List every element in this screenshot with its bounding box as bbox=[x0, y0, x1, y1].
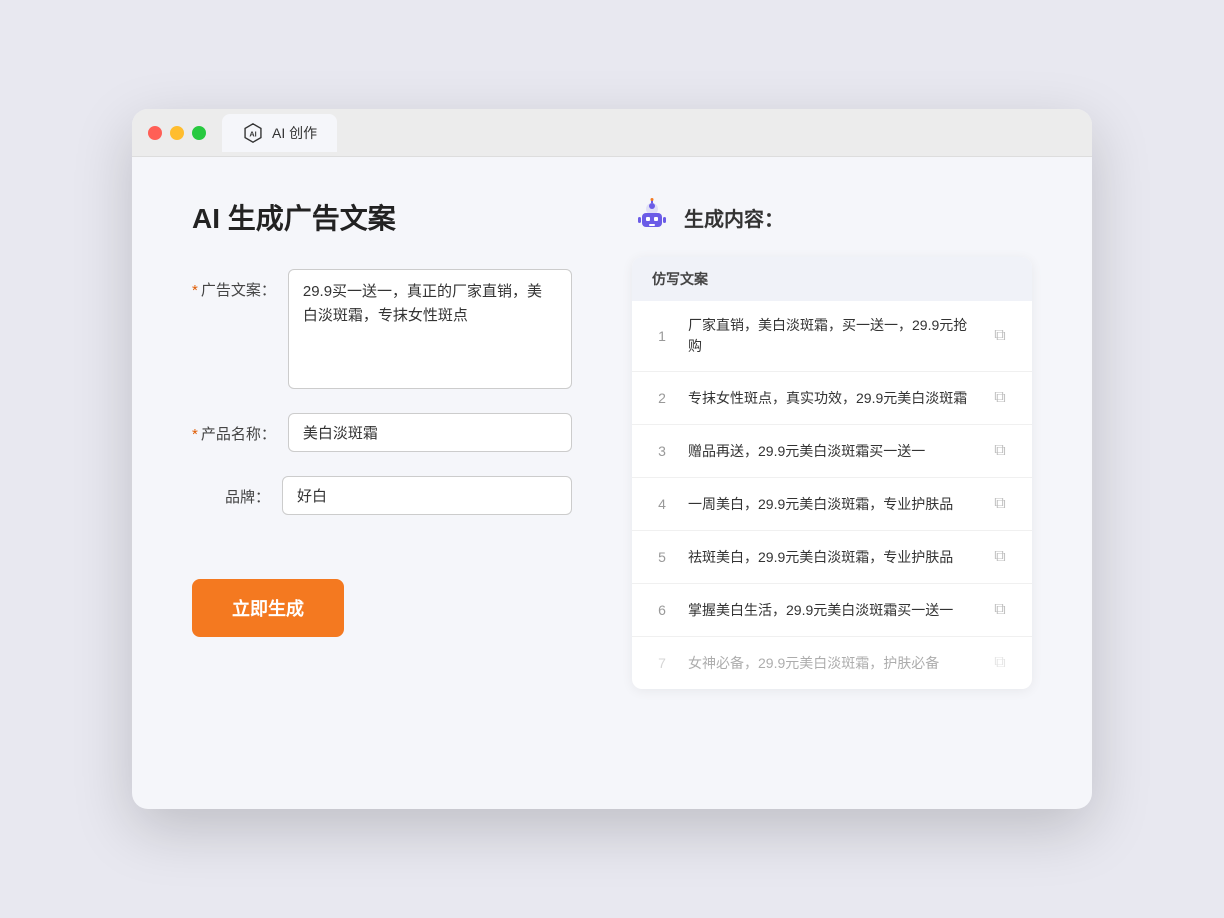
copy-button[interactable]: ⧉ bbox=[988, 651, 1012, 675]
left-panel: AI 生成广告文案 广告文案： 29.9买一送一，真正的厂家直销，美白淡斑霜，专… bbox=[192, 197, 572, 689]
table-row: 6 掌握美白生活，29.9元美白淡斑霜买一送一 ⧉ bbox=[632, 584, 1032, 637]
row-text: 一周美白，29.9元美白淡斑霜，专业护肤品 bbox=[688, 494, 972, 515]
tab-label: AI 创作 bbox=[272, 123, 317, 143]
table-row: 2 专抹女性斑点，真实功效，29.9元美白淡斑霜 ⧉ bbox=[632, 372, 1032, 425]
row-number: 4 bbox=[652, 496, 672, 512]
right-panel: 生成内容： 仿写文案 1 厂家直销，美白淡斑霜，买一送一，29.9元抢购 ⧉ 2… bbox=[632, 197, 1032, 689]
minimize-button[interactable] bbox=[170, 126, 184, 140]
browser-window: AI AI 创作 AI 生成广告文案 广告文案： 29.9买一送一，真正的厂家直… bbox=[132, 109, 1092, 809]
brand-row: 品牌： bbox=[192, 476, 572, 515]
results-list: 1 厂家直销，美白淡斑霜，买一送一，29.9元抢购 ⧉ 2 专抹女性斑点，真实功… bbox=[632, 301, 1032, 689]
traffic-lights bbox=[148, 126, 206, 140]
svg-text:AI: AI bbox=[249, 129, 256, 138]
copy-button[interactable]: ⧉ bbox=[988, 324, 1012, 348]
brand-input[interactable] bbox=[282, 476, 572, 515]
row-text: 女神必备，29.9元美白淡斑霜，护肤必备 bbox=[688, 653, 972, 674]
result-table: 仿写文案 1 厂家直销，美白淡斑霜，买一送一，29.9元抢购 ⧉ 2 专抹女性斑… bbox=[632, 257, 1032, 689]
row-text: 厂家直销，美白淡斑霜，买一送一，29.9元抢购 bbox=[688, 315, 972, 357]
ad-copy-input[interactable]: 29.9买一送一，真正的厂家直销，美白淡斑霜，专抹女性斑点 bbox=[288, 269, 572, 389]
row-text: 祛斑美白，29.9元美白淡斑霜，专业护肤品 bbox=[688, 547, 972, 568]
result-header: 生成内容： bbox=[632, 197, 1032, 237]
product-name-row: 产品名称： bbox=[192, 413, 572, 452]
generate-button[interactable]: 立即生成 bbox=[192, 579, 344, 637]
product-name-label: 产品名称： bbox=[192, 413, 288, 444]
row-text: 赠品再送，29.9元美白淡斑霜买一送一 bbox=[688, 441, 972, 462]
ai-tab[interactable]: AI AI 创作 bbox=[222, 114, 337, 152]
ai-tab-icon: AI bbox=[242, 122, 264, 144]
table-row: 4 一周美白，29.9元美白淡斑霜，专业护肤品 ⧉ bbox=[632, 478, 1032, 531]
row-number: 7 bbox=[652, 655, 672, 671]
ad-copy-label: 广告文案： bbox=[192, 269, 288, 300]
copy-button[interactable]: ⧉ bbox=[988, 545, 1012, 569]
copy-button[interactable]: ⧉ bbox=[988, 492, 1012, 516]
row-number: 5 bbox=[652, 549, 672, 565]
app-content: AI 生成广告文案 广告文案： 29.9买一送一，真正的厂家直销，美白淡斑霜，专… bbox=[132, 157, 1092, 729]
row-text: 掌握美白生活，29.9元美白淡斑霜买一送一 bbox=[688, 600, 972, 621]
brand-label: 品牌： bbox=[192, 476, 282, 507]
row-text: 专抹女性斑点，真实功效，29.9元美白淡斑霜 bbox=[688, 388, 972, 409]
table-header: 仿写文案 bbox=[632, 257, 1032, 301]
close-button[interactable] bbox=[148, 126, 162, 140]
copy-button[interactable]: ⧉ bbox=[988, 598, 1012, 622]
maximize-button[interactable] bbox=[192, 126, 206, 140]
table-row: 1 厂家直销，美白淡斑霜，买一送一，29.9元抢购 ⧉ bbox=[632, 301, 1032, 372]
ad-copy-row: 广告文案： 29.9买一送一，真正的厂家直销，美白淡斑霜，专抹女性斑点 bbox=[192, 269, 572, 389]
robot-icon bbox=[632, 197, 672, 237]
row-number: 1 bbox=[652, 328, 672, 344]
table-row: 3 赠品再送，29.9元美白淡斑霜买一送一 ⧉ bbox=[632, 425, 1032, 478]
copy-button[interactable]: ⧉ bbox=[988, 386, 1012, 410]
copy-button[interactable]: ⧉ bbox=[988, 439, 1012, 463]
table-row: 7 女神必备，29.9元美白淡斑霜，护肤必备 ⧉ bbox=[632, 637, 1032, 689]
result-title: 生成内容： bbox=[684, 203, 784, 232]
row-number: 2 bbox=[652, 390, 672, 406]
row-number: 3 bbox=[652, 443, 672, 459]
table-row: 5 祛斑美白，29.9元美白淡斑霜，专业护肤品 ⧉ bbox=[632, 531, 1032, 584]
product-name-input[interactable] bbox=[288, 413, 572, 452]
page-title: AI 生成广告文案 bbox=[192, 197, 572, 237]
row-number: 6 bbox=[652, 602, 672, 618]
title-bar: AI AI 创作 bbox=[132, 109, 1092, 157]
